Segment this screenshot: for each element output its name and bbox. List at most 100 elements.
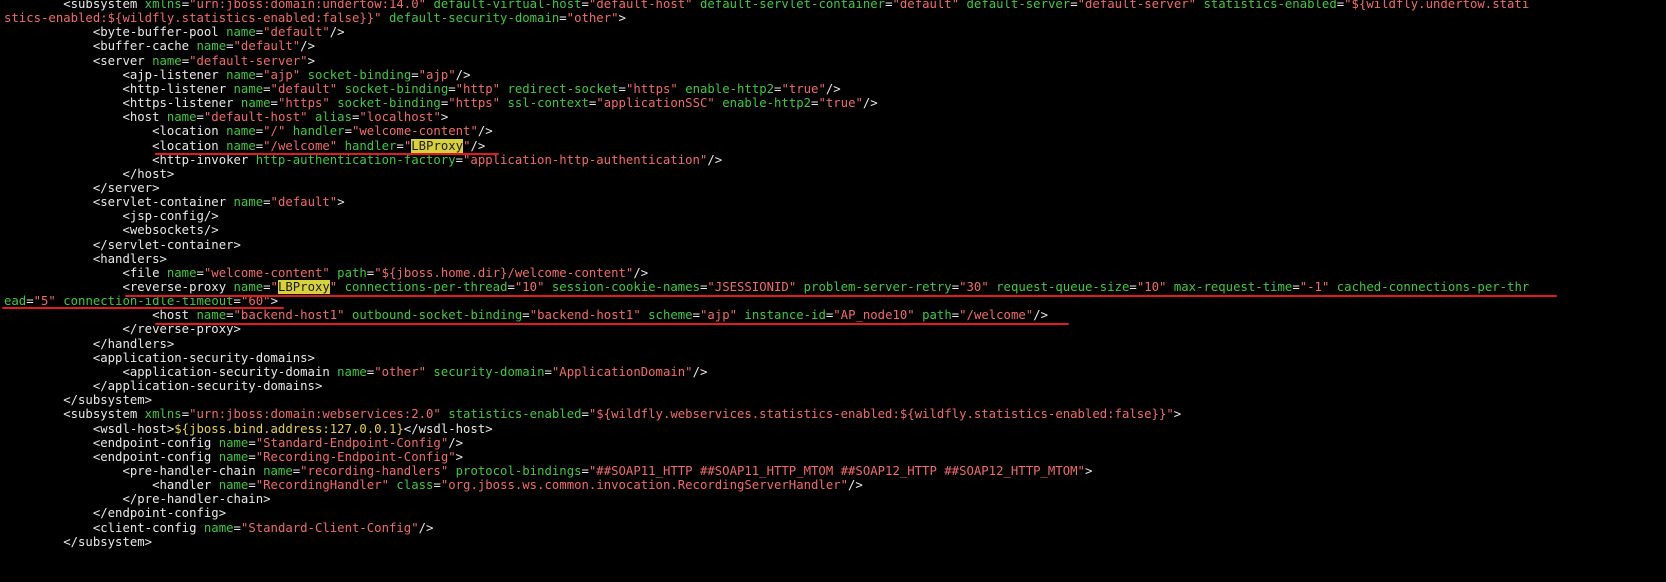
code-line: </subsystem> [4, 393, 152, 408]
xml-tag-text: = [344, 124, 352, 139]
xml-attribute-name: default-server [966, 0, 1071, 11]
xml-tag-text: /> [477, 124, 493, 139]
xml-attribute-name: problem-server-retry [803, 280, 952, 294]
xml-tag-text: /> [825, 81, 841, 96]
xml-attribute-name: cached-connections-per-thr [1336, 280, 1530, 294]
xml-tag-text: /> [455, 67, 471, 82]
xml-tag-text [693, 0, 700, 11]
search-highlight: LBProxy [277, 280, 330, 294]
xml-tag-text: <reverse-proxy [4, 280, 234, 294]
xml-tag-text: <subsystem [4, 407, 145, 422]
xml-tag-text: <http-listener [4, 81, 234, 96]
xml-attribute-value: "urn:jboss:domain:webservices:2.0" [189, 407, 441, 422]
xml-tag-text: = [522, 308, 530, 323]
xml-attribute-value: "true" [818, 96, 863, 111]
xml-tag-text: = [618, 81, 626, 96]
xml-tag-text: </servlet-container> [4, 237, 241, 252]
xml-tag-text: <https-listener [4, 96, 241, 111]
xml-tag-text: /> [470, 138, 486, 153]
xml-tag-text: = [263, 280, 271, 294]
xml-attribute-value: "${jboss.home.dir}/welcome-content" [374, 265, 634, 280]
xml-attribute-value: "${wildfly.webservices.statistics-enable… [588, 407, 1174, 422]
xml-attribute-value: "10" [1136, 280, 1167, 294]
code-line: <http-listener name="default" socket-bin… [4, 81, 841, 97]
code-line: <ajp-listener name="ajp" socket-binding=… [4, 68, 470, 83]
xml-attribute-name: name [166, 265, 197, 280]
xml-attribute-value: "default-host" [588, 0, 693, 11]
xml-attribute-name: name [226, 124, 256, 139]
xml-attribute-value: "localhost" [359, 110, 441, 125]
xml-tag-text: <file [4, 265, 167, 280]
xml-attribute-value: " [270, 280, 278, 294]
xml-attribute-name: class [396, 478, 434, 493]
xml-tag-text: = [411, 67, 419, 82]
xml-tag-text: <endpoint-config [4, 449, 219, 464]
xml-attribute-value: "##SOAP11_HTTP ##SOAP11_HTTP_MTOM ##SOAP… [588, 463, 1085, 478]
xml-attribute-value: "ajp" [263, 67, 301, 82]
annotation-underline-host [155, 323, 1069, 325]
xml-tag-text: /> [862, 96, 878, 111]
terminal-window[interactable]: <subsystem xmlns="urn:jboss:domain:under… [0, 0, 1666, 582]
annotation-underline-location [155, 153, 499, 155]
xml-attribute-name: default-virtual-host [433, 0, 582, 11]
xml-tag-text [285, 124, 292, 138]
xml-attribute-value: "JSESSIONID" [707, 280, 797, 294]
xml-attribute-name: name [218, 478, 249, 493]
code-line: <file name="welcome-content" path="${jbo… [4, 266, 648, 281]
xml-tag-text: <application-security-domains> [4, 350, 315, 365]
code-line: <handler name="RecordingHandler" class="… [4, 478, 863, 493]
code-line: </handlers> [4, 337, 174, 352]
xml-attribute-value: "https" [277, 96, 330, 111]
xml-attribute-value: "default" [270, 195, 338, 210]
xml-tag-text: <location [4, 138, 227, 153]
xml-tag-text: = [248, 449, 256, 464]
code-line: <buffer-cache name="default"/> [4, 39, 315, 54]
xml-tag-text: </host> [4, 166, 175, 181]
xml-attribute-name: name [152, 53, 182, 68]
xml-attribute-name: path [922, 308, 952, 323]
xml-tag-text: = [581, 463, 589, 478]
code-line: <subsystem xmlns="urn:jboss:domain:webse… [4, 407, 1181, 422]
xml-tag-text: /> [707, 152, 723, 167]
xml-tag-text: /> [633, 265, 649, 280]
xml-attribute-name: name [240, 96, 271, 111]
xml-attribute-value: "https" [448, 96, 501, 111]
code-line: </application-security-domains> [4, 379, 323, 394]
xml-tag-text: <application-security-domain [4, 364, 338, 379]
xml-attribute-name: name [218, 435, 249, 450]
code-line: <server name="default-server"> [4, 54, 315, 69]
xml-tag-text: <byte-buffer-pool [4, 25, 227, 40]
xml-attribute-name: path [337, 265, 367, 280]
code-line: </pre-handler-chain> [4, 492, 270, 507]
code-line: <handlers> [4, 252, 167, 267]
xml-attribute-value: "/" [263, 124, 286, 139]
xml-attribute-value: "other" [374, 364, 427, 379]
code-line: <pre-handler-chain name = "recording-handl… [4, 464, 1092, 479]
xml-attribute-value: "default" [263, 25, 330, 40]
code-line: <host name="default-host" alias="localho… [4, 110, 448, 125]
xml-attribute-name: socket-binding [344, 81, 449, 96]
xml-tag-text: = [433, 478, 441, 493]
xml-tag-text: </subsystem> [4, 393, 153, 408]
xml-attribute-value: "ApplicationDomain" [551, 364, 693, 379]
xml-tag-text: = [196, 110, 204, 125]
xml-tag-text: > [618, 11, 626, 26]
xml-attribute-value: "Standard-Client-Config" [240, 520, 419, 535]
xml-attribute-name: enable-http2 [722, 96, 812, 111]
xml-tag-text: <client-config [4, 520, 204, 535]
xml-tag-text [1329, 280, 1336, 294]
xml-tag-text: /> [300, 39, 315, 54]
xml-tag-text: = [581, 0, 589, 11]
code-line: <endpoint-config name="Standard-Endpoint… [4, 436, 463, 451]
xml-attribute-value: "ajp" [699, 308, 738, 323]
xml-tag-text: > [337, 195, 345, 210]
xml-attribute-value: "org.jboss.ws.common.invocation.Recordin… [440, 478, 849, 493]
xml-tag-text: </subsystem> [4, 534, 153, 549]
xml-tag-text [545, 280, 552, 294]
xml-tag-text: = [226, 39, 234, 54]
xml-tag-text: <servlet-container [4, 195, 234, 210]
xml-tag-text: /> [692, 364, 708, 379]
xml-attribute-value: "urn:jboss:domain:undertow:14.0" [189, 0, 427, 11]
xml-tag-text [448, 464, 455, 478]
xml-tag-text: <host [4, 308, 197, 323]
